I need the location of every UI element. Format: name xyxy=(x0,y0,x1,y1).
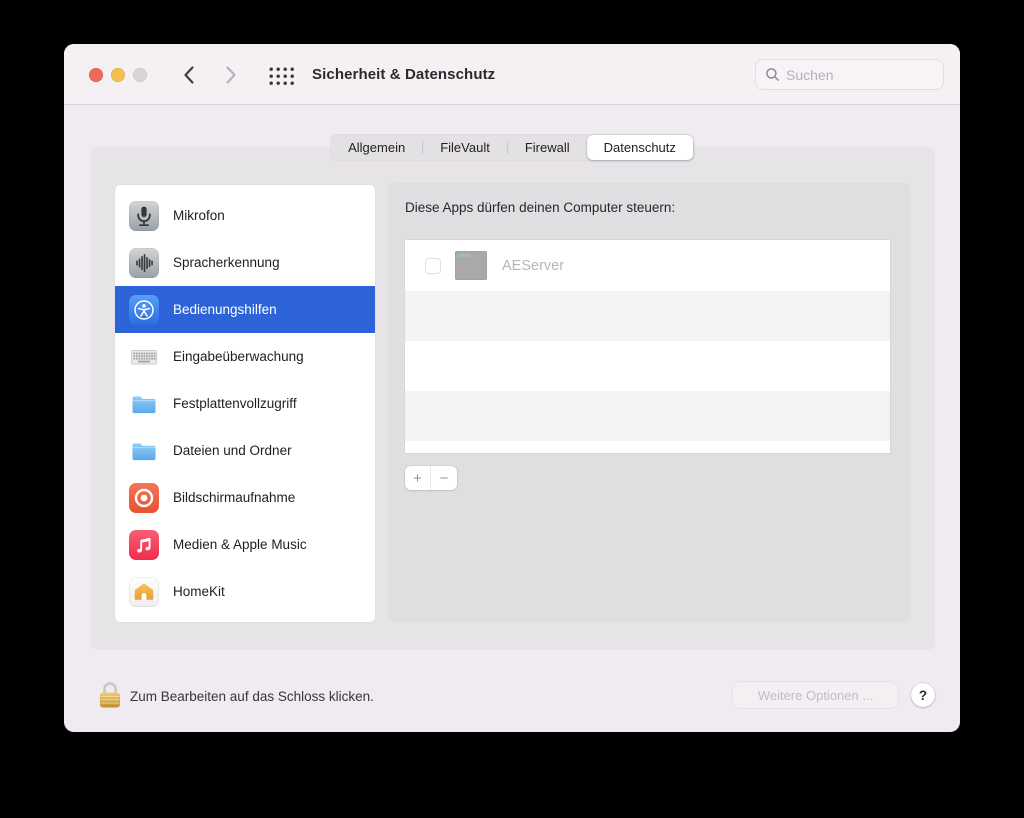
sidebar-item-spracherkennung[interactable]: Spracherkennung xyxy=(115,239,375,286)
app-name: AEServer xyxy=(502,257,565,274)
add-app-button[interactable]: + xyxy=(405,466,431,490)
sidebar-item-label: HomeKit xyxy=(173,584,225,599)
sidebar-item-label: Medien & Apple Music xyxy=(173,537,307,552)
speech-recognition-icon xyxy=(129,247,159,278)
search-icon xyxy=(766,68,779,81)
window-controls xyxy=(89,68,147,82)
more-options-button[interactable]: Weitere Optionen ... xyxy=(733,682,898,708)
screen-recording-icon xyxy=(129,482,159,513)
tab-bar: Allgemein FileVault Firewall Datenschutz xyxy=(330,134,694,161)
exec-app-icon: exec xyxy=(455,251,487,280)
search-placeholder: Suchen xyxy=(786,66,834,83)
sidebar-item-bildschirmaufnahme[interactable]: Bildschirmaufnahme xyxy=(115,474,375,521)
minimize-button[interactable] xyxy=(111,68,125,82)
folder-icon xyxy=(129,436,159,466)
sidebar-item-dateien-und-ordner[interactable]: Dateien und Ordner xyxy=(115,427,375,474)
content-panel: Mikrofon Spracherkennung Bedienungshilfen E… xyxy=(90,147,935,650)
sidebar-item-label: Festplattenvollzugriff xyxy=(173,396,297,411)
remove-app-button[interactable]: − xyxy=(431,466,457,490)
sidebar-item-label: Eingabeüberwachung xyxy=(173,349,304,364)
sidebar-item-label: Bildschirmaufnahme xyxy=(173,490,296,505)
exec-badge: exec xyxy=(458,253,472,259)
sidebar-item-label: Mikrofon xyxy=(173,208,225,223)
search-field[interactable]: Suchen xyxy=(755,59,944,90)
add-remove-control: + − xyxy=(405,466,457,490)
allowed-apps-list: exec AEServer xyxy=(405,240,890,453)
system-preferences-window: Sicherheit & Datenschutz Suchen Allgemei… xyxy=(64,44,960,732)
privacy-category-list: Mikrofon Spracherkennung Bedienungshilfen E… xyxy=(115,185,375,622)
lock-hint-text: Zum Bearbeiten auf das Schloss klicken. xyxy=(130,689,374,704)
sidebar-item-label: Bedienungshilfen xyxy=(173,302,277,317)
app-row-aeserver[interactable]: exec AEServer xyxy=(405,240,890,291)
microphone-icon xyxy=(129,200,159,231)
folder-icon xyxy=(129,389,159,419)
help-button[interactable]: ? xyxy=(911,683,935,707)
tab-filevault[interactable]: FileVault xyxy=(423,135,507,160)
sidebar-item-bedienungshilfen[interactable]: Bedienungshilfen xyxy=(115,286,375,333)
lock-icon[interactable] xyxy=(96,678,124,716)
privacy-detail-pane: Diese Apps dürfen deinen Computer steuer… xyxy=(388,183,910,622)
desktop-background: Sicherheit & Datenschutz Suchen Allgemei… xyxy=(0,0,1024,818)
tab-allgemein[interactable]: Allgemein xyxy=(331,135,422,160)
tab-datenschutz[interactable]: Datenschutz xyxy=(586,135,693,160)
homekit-icon xyxy=(129,576,159,607)
zoom-button[interactable] xyxy=(133,68,147,82)
privacy-heading: Diese Apps dürfen deinen Computer steuer… xyxy=(405,200,676,215)
keyboard-icon xyxy=(129,342,159,372)
window-title: Sicherheit & Datenschutz xyxy=(312,66,496,83)
titlebar[interactable]: Sicherheit & Datenschutz Suchen xyxy=(64,44,960,105)
music-icon xyxy=(129,529,159,560)
close-button[interactable] xyxy=(89,68,103,82)
sidebar-item-label: Dateien und Ordner xyxy=(173,443,292,458)
back-icon[interactable] xyxy=(182,65,196,85)
sidebar-item-eingabeüberwachung[interactable]: Eingabeüberwachung xyxy=(115,333,375,380)
app-checkbox[interactable] xyxy=(425,257,441,274)
sidebar-item-medien-apple-music[interactable]: Medien & Apple Music xyxy=(115,521,375,568)
sidebar-item-mikrofon[interactable]: Mikrofon xyxy=(115,192,375,239)
sidebar-item-homekit[interactable]: HomeKit xyxy=(115,568,375,615)
sidebar-item-festplattenvollzugriff[interactable]: Festplattenvollzugriff xyxy=(115,380,375,427)
sidebar-item-label: Spracherkennung xyxy=(173,255,280,270)
forward-icon[interactable] xyxy=(224,65,238,85)
tab-firewall[interactable]: Firewall xyxy=(508,135,587,160)
show-all-grid-icon[interactable] xyxy=(268,66,296,91)
accessibility-icon xyxy=(129,294,159,325)
